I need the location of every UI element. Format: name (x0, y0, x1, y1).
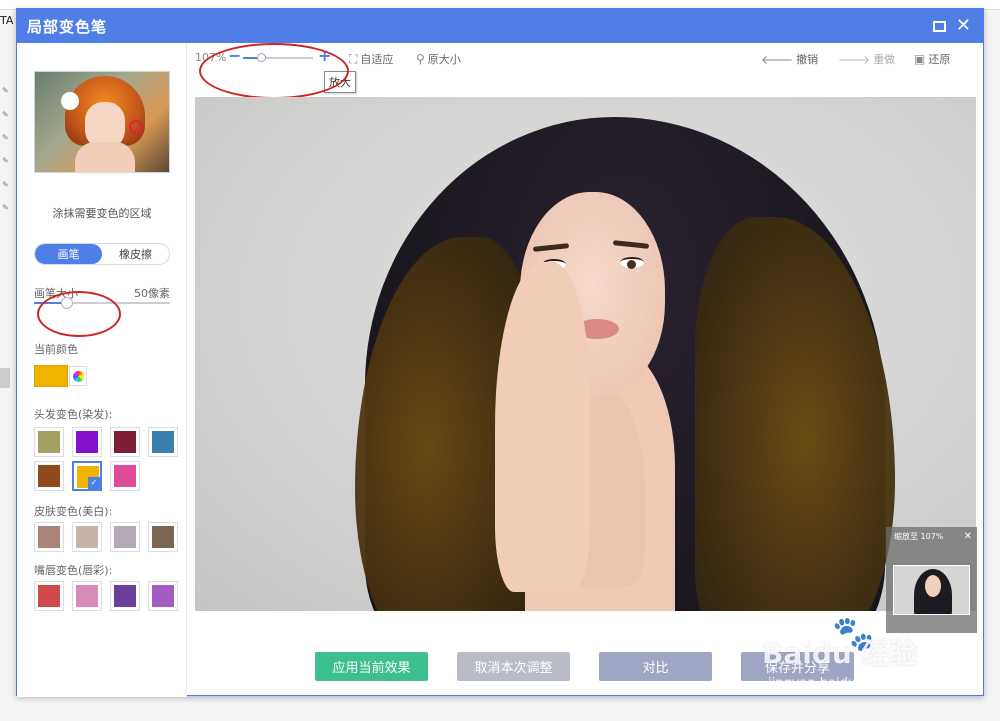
hair-color-chip (152, 431, 174, 453)
lip-color-chip (76, 585, 98, 607)
apply-effect-button[interactable]: 应用当前效果 (315, 652, 428, 681)
watermark-main-text: Baidu 经验 (762, 637, 918, 670)
tab-brush[interactable]: 画笔 (35, 244, 102, 264)
pin-icon: ✎ (2, 133, 9, 142)
navigator-preview[interactable] (893, 565, 970, 615)
baidu-watermark: 🐾 Baidu 经验 jingyan.baidu.com (762, 612, 962, 692)
skin-color-swatch[interactable] (34, 522, 64, 552)
maximize-icon[interactable] (932, 20, 946, 32)
navigator-close-icon[interactable]: ✕ (964, 531, 977, 542)
hair-color-chip (114, 465, 136, 487)
color-wheel-icon[interactable] (69, 366, 87, 386)
hair-color-swatch[interactable] (110, 427, 140, 457)
hand-left (495, 262, 590, 592)
original-thumbnail (34, 71, 170, 173)
hair-color-chip (38, 465, 60, 487)
cancel-adjust-button[interactable]: 取消本次调整 (457, 652, 570, 681)
flower-decoration (61, 92, 79, 110)
skin-color-swatch[interactable] (72, 522, 102, 552)
hair-color-swatch[interactable] (72, 427, 102, 457)
hair-color-swatch[interactable] (34, 427, 64, 457)
check-icon: ✓ (88, 477, 100, 489)
left-panel: 涂抹需要变色的区域 画笔 橡皮擦 画笔大小 50像素 当前颜色 头发变色(染发)… (17, 43, 187, 697)
hair-color-swatch[interactable] (110, 461, 140, 491)
navigator-label: 缩放至 107% (894, 531, 944, 541)
annotation-circle (129, 120, 143, 134)
lip-color-chip (152, 585, 174, 607)
skin-color-label: 皮肤变色(美白): (34, 505, 113, 518)
image-icon: ▣ (914, 52, 926, 66)
close-icon[interactable]: ✕ (956, 17, 971, 35)
undo-label: 撤销 (796, 53, 819, 66)
redo-arrow-icon: 🡒 (838, 52, 871, 67)
current-color-swatch (34, 365, 68, 387)
undo-arrow-icon: 🡐 (761, 52, 794, 67)
hair-color-swatch[interactable] (148, 427, 178, 457)
background-scroll-mark (0, 368, 10, 388)
hair-color-chip (76, 431, 98, 453)
pin-icon: ✎ (2, 110, 9, 119)
brush-size-value: 50像素 (134, 287, 170, 300)
dialog-title: 局部变色笔 (27, 17, 108, 36)
restore-button[interactable]: ▣ 还原 (914, 51, 950, 67)
redo-button[interactable]: 🡒 重做 (838, 51, 895, 67)
skin-color-chip (152, 526, 174, 548)
watermark-url: jingyan.baidu.com (768, 676, 888, 691)
tab-eraser[interactable]: 橡皮擦 (102, 244, 169, 264)
pin-icon: ✎ (2, 156, 9, 165)
compare-button[interactable]: 对比 (599, 652, 712, 681)
lip-color-swatch[interactable] (72, 581, 102, 611)
paint-hint: 涂抹需要变色的区域 (52, 207, 152, 220)
hair-color-swatch-selected[interactable]: ✓ (72, 461, 102, 491)
lip-color-chip (114, 585, 136, 607)
lip-color-label: 嘴唇变色(唇彩): (34, 564, 113, 577)
actual-size-label: 原大小 (427, 53, 461, 66)
hair-color-swatch[interactable] (34, 461, 64, 491)
skin-color-chip (114, 526, 136, 548)
lip-color-swatch[interactable] (34, 581, 64, 611)
actual-size-button[interactable]: ⚲ 原大小 (416, 51, 461, 67)
lip-color-swatch[interactable] (110, 581, 140, 611)
hair-color-label: 头发变色(染发): (34, 408, 113, 421)
restore-label: 还原 (928, 53, 951, 66)
current-color-label: 当前颜色 (34, 343, 78, 356)
tool-switch: 画笔 橡皮擦 (34, 243, 170, 265)
dialog-titlebar: 局部变色笔 ✕ (17, 9, 983, 43)
annotation-ellipse (37, 291, 121, 337)
annotation-ellipse (199, 43, 349, 99)
fit-label: 自适应 (360, 53, 394, 66)
fit-icon: ⛶ (349, 51, 358, 66)
skin-color-chip (76, 526, 98, 548)
lip-color-chip (38, 585, 60, 607)
skin-color-swatch[interactable] (148, 522, 178, 552)
magnifier-icon: ⚲ (416, 52, 425, 66)
redo-label: 重做 (873, 53, 896, 66)
pin-icon: ✎ (2, 180, 9, 189)
pin-icon: ✎ (2, 203, 9, 212)
skin-color-swatch[interactable] (110, 522, 140, 552)
photo-canvas[interactable] (195, 97, 976, 611)
eye-right (620, 257, 644, 269)
hair-color-chip (114, 431, 136, 453)
lip-color-swatch[interactable] (148, 581, 178, 611)
background-app-text: TA (0, 14, 14, 27)
undo-button[interactable]: 🡐 撤销 (761, 51, 818, 67)
hair-color-chip (38, 431, 60, 453)
pin-icon: ✎ (2, 86, 9, 95)
skin-color-chip (38, 526, 60, 548)
color-brush-dialog: 局部变色笔 ✕ 涂抹需要变色的区域 画笔 橡皮擦 画笔大小 50像素 当前颜色 … (16, 8, 984, 697)
fit-button[interactable]: ⛶ 自适应 (349, 51, 393, 67)
